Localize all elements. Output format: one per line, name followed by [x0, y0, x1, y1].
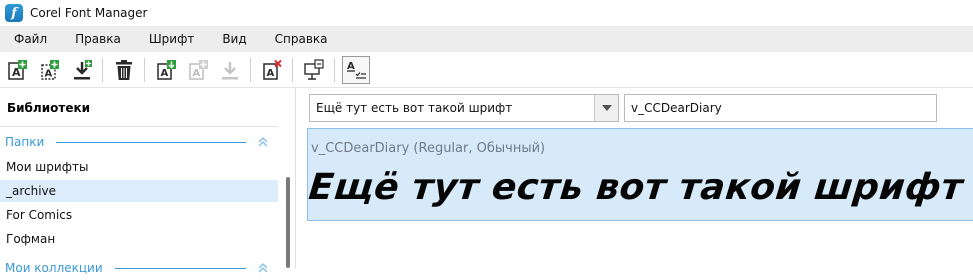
- toolbar-separator: [292, 58, 293, 82]
- folder-item-for-comics[interactable]: For Comics: [0, 204, 278, 226]
- section-folders-header[interactable]: Папки: [0, 130, 278, 154]
- delete-button[interactable]: [112, 58, 136, 82]
- preview-panel: Ещё тут есть вот такой шрифт v_CCDearDia…: [297, 88, 973, 268]
- svg-text:A: A: [193, 68, 201, 79]
- dropdown-arrow-button[interactable]: [594, 95, 618, 121]
- download-disabled-button[interactable]: [218, 58, 242, 82]
- libraries-title: Библиотеки: [7, 101, 91, 115]
- toolbar: A A A A A A: [0, 52, 973, 88]
- divider: [0, 126, 278, 127]
- section-line: [56, 141, 246, 143]
- add-font-folder-icon: A: [41, 60, 59, 80]
- toolbar-separator: [144, 58, 145, 82]
- folder-item-gofman[interactable]: Гофман: [0, 228, 278, 250]
- font-details-button[interactable]: [302, 58, 326, 82]
- collapse-up-icon[interactable]: [256, 261, 270, 275]
- menu-file[interactable]: Файл: [0, 26, 61, 52]
- font-preview-card[interactable]: v_CCDearDiary (Regular, Обычный) Ещё тут…: [307, 128, 973, 221]
- title-bar: f Corel Font Manager: [0, 0, 973, 26]
- add-font-icon: A: [8, 60, 27, 80]
- collapse-up-icon[interactable]: [256, 135, 270, 149]
- toolbar-separator: [102, 58, 103, 82]
- menu-view[interactable]: Вид: [208, 26, 260, 52]
- sample-text-combo[interactable]: Ещё тут есть вот такой шрифт: [309, 94, 619, 122]
- text-list-icon: A: [347, 61, 366, 79]
- add-font-folder-button[interactable]: A: [38, 58, 62, 82]
- section-collections-label: Мои коллекции: [5, 261, 103, 275]
- toolbar-separator: [250, 58, 251, 82]
- menu-bar: Файл Правка Шрифт Вид Справка: [0, 26, 973, 52]
- app-icon: f: [5, 4, 23, 22]
- font-details-icon: [304, 59, 324, 80]
- font-filter-input[interactable]: [624, 94, 937, 122]
- uninstall-font-button[interactable]: A: [260, 58, 284, 82]
- text-list-button[interactable]: A: [342, 56, 370, 84]
- add-font-disabled-button[interactable]: A: [186, 58, 210, 82]
- svg-text:A: A: [347, 61, 355, 72]
- chevron-down-icon: [601, 105, 612, 111]
- section-collections-header[interactable]: Мои коллекции: [0, 256, 278, 280]
- uninstall-font-icon: A: [263, 59, 282, 80]
- menu-edit[interactable]: Правка: [61, 26, 135, 52]
- folder-item-archive[interactable]: _archive: [0, 180, 278, 202]
- libraries-panel: Библиотеки Папки Мои шрифты _archive For…: [0, 88, 296, 275]
- sample-text-value[interactable]: Ещё тут есть вот такой шрифт: [310, 101, 594, 115]
- download-icon: [74, 60, 92, 80]
- left-scrollbar[interactable]: [286, 177, 290, 268]
- svg-text:A: A: [267, 68, 275, 79]
- menu-font[interactable]: Шрифт: [135, 26, 209, 52]
- section-folders-label: Папки: [5, 135, 45, 149]
- font-preview-name: v_CCDearDiary (Regular, Обычный): [311, 141, 546, 156]
- svg-text:A: A: [161, 68, 169, 79]
- download-disabled-icon: [222, 62, 238, 80]
- download-button[interactable]: [70, 58, 94, 82]
- preview-empty-area: [307, 221, 973, 268]
- trash-icon: [116, 60, 132, 80]
- add-font-disabled-icon: A: [189, 60, 208, 80]
- window-title: Corel Font Manager: [30, 6, 148, 20]
- menu-help[interactable]: Справка: [261, 26, 342, 52]
- font-preview-sample: Ещё тут есть вот такой шрифт: [306, 167, 965, 208]
- install-font-button[interactable]: A: [154, 58, 178, 82]
- toolbar-separator: [334, 58, 335, 82]
- install-font-icon: A: [157, 60, 176, 80]
- svg-text:A: A: [45, 69, 53, 80]
- folder-item-my-fonts[interactable]: Мои шрифты: [0, 156, 278, 178]
- add-font-button[interactable]: A: [6, 58, 30, 82]
